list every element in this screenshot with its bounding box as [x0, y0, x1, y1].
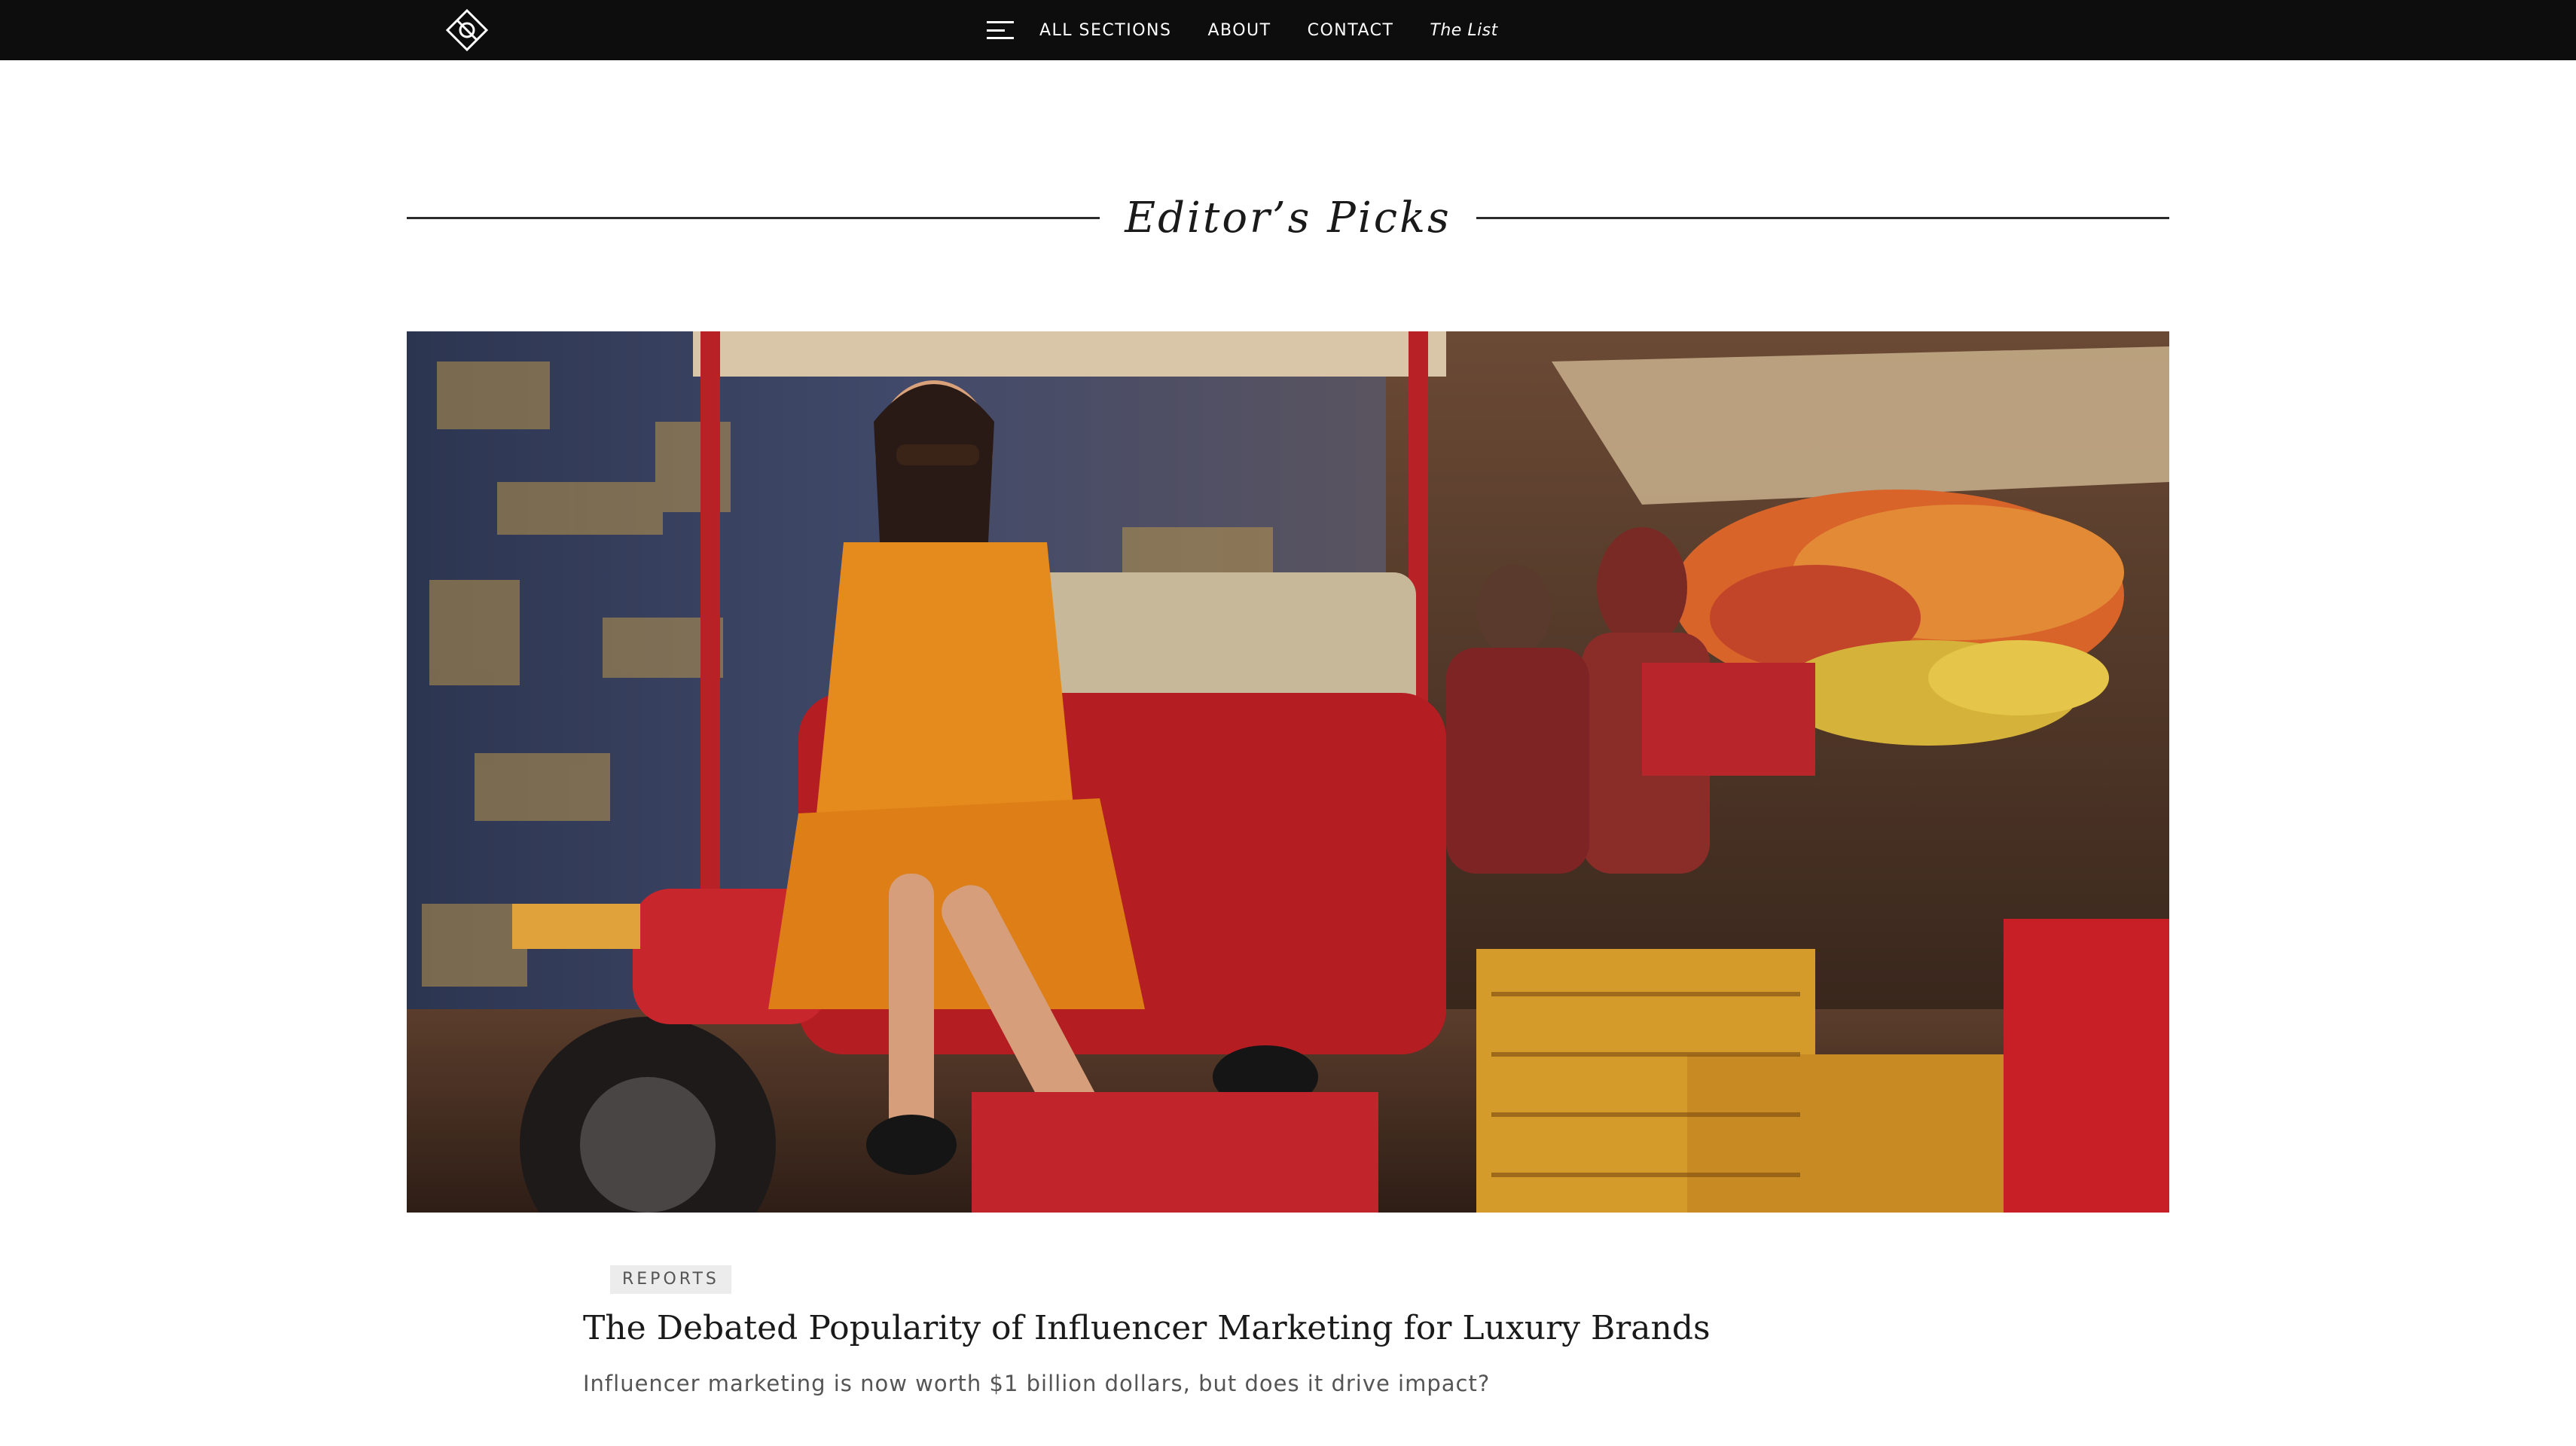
heading-rule-left: [407, 217, 1100, 219]
section-title: Editor’s Picks: [1125, 194, 1451, 243]
nav-about[interactable]: ABOUT: [1207, 21, 1271, 40]
nav-contact[interactable]: CONTACT: [1308, 21, 1394, 40]
heading-rule-right: [1476, 217, 2169, 219]
nav-the-list[interactable]: The List: [1430, 21, 1497, 40]
feature-hero-image[interactable]: [407, 331, 2169, 1213]
primary-nav: ALL SECTIONS ABOUT CONTACT The List: [987, 0, 1498, 60]
top-nav-bar: ALL SECTIONS ABOUT CONTACT The List: [0, 0, 2576, 60]
nav-all-sections[interactable]: ALL SECTIONS: [1039, 21, 1171, 40]
article-headline[interactable]: The Debated Popularity of Influencer Mar…: [583, 1309, 2165, 1347]
category-tag[interactable]: REPORTS: [610, 1265, 731, 1294]
article-dek: Influencer marketing is now worth $1 bil…: [583, 1371, 1491, 1396]
editors-picks-heading: Editor’s Picks: [407, 181, 2169, 256]
diamond-logo-icon[interactable]: [444, 8, 490, 53]
hamburger-menu-icon[interactable]: [987, 21, 1014, 39]
